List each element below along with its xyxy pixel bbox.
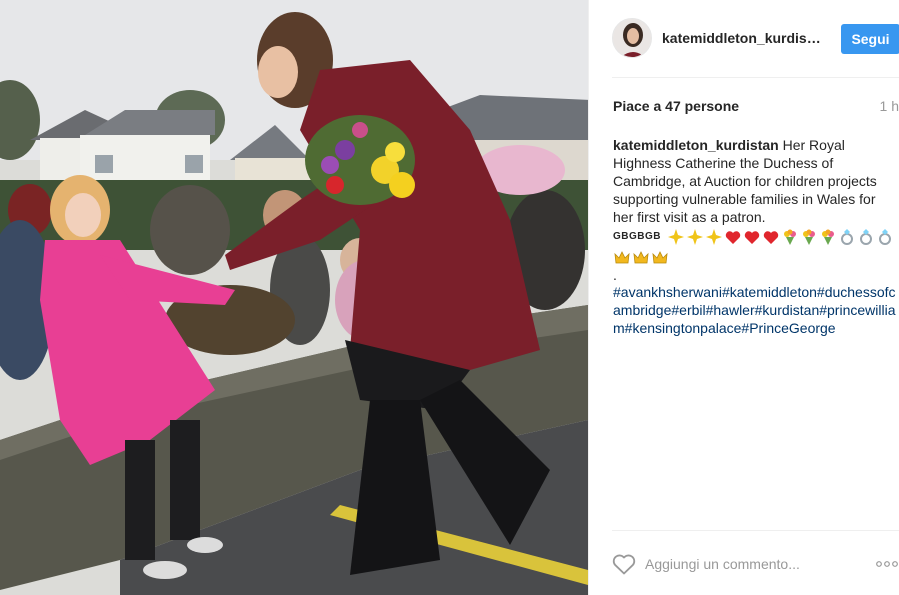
crown-icon — [651, 248, 668, 265]
post-photo[interactable] — [0, 0, 588, 595]
caption-emoji-row: GBGBGB — [613, 228, 897, 265]
bouquet-icon — [819, 229, 836, 246]
heart-icon — [743, 229, 760, 246]
sparkle-icon — [667, 229, 684, 246]
caption-hashtags[interactable]: #avankhsherwani#katemiddleton#duchessofc… — [613, 283, 897, 337]
sparkle-icon — [705, 229, 722, 246]
comment-divider — [612, 530, 899, 531]
comment-bar — [589, 544, 899, 584]
ring-icon — [857, 229, 874, 246]
caption-username[interactable]: katemiddleton_kurdistan — [613, 137, 779, 153]
heart-icon — [724, 229, 741, 246]
sparkle-icon — [686, 229, 703, 246]
header-divider — [612, 77, 899, 78]
flag-text: GBGBGB — [613, 231, 661, 242]
caption-dot: . — [613, 267, 617, 283]
bouquet-icon — [800, 229, 817, 246]
crown-icon — [632, 248, 649, 265]
post-image — [0, 0, 588, 595]
crown-icon — [613, 248, 630, 265]
post-caption: katemiddleton_kurdistan Her Royal Highne… — [613, 136, 897, 337]
comment-input[interactable] — [645, 552, 855, 576]
ring-icon — [876, 229, 893, 246]
ellipsis-icon[interactable] — [875, 559, 899, 569]
post-timestamp[interactable]: 1 h — [880, 98, 899, 114]
avatar-image — [613, 19, 651, 57]
post-header: katemiddleton_kurdist… Segui — [589, 0, 899, 78]
bouquet-icon — [781, 229, 798, 246]
likes-count[interactable]: Piace a 47 persone — [613, 98, 739, 114]
post-username[interactable]: katemiddleton_kurdist… — [662, 30, 822, 46]
ring-icon — [838, 229, 855, 246]
post-side-panel: katemiddleton_kurdist… Segui Piace a 47 … — [588, 0, 899, 595]
follow-button[interactable]: Segui — [841, 24, 899, 54]
profile-avatar[interactable] — [612, 18, 652, 58]
heart-icon — [762, 229, 779, 246]
heart-outline-icon[interactable] — [612, 553, 636, 575]
